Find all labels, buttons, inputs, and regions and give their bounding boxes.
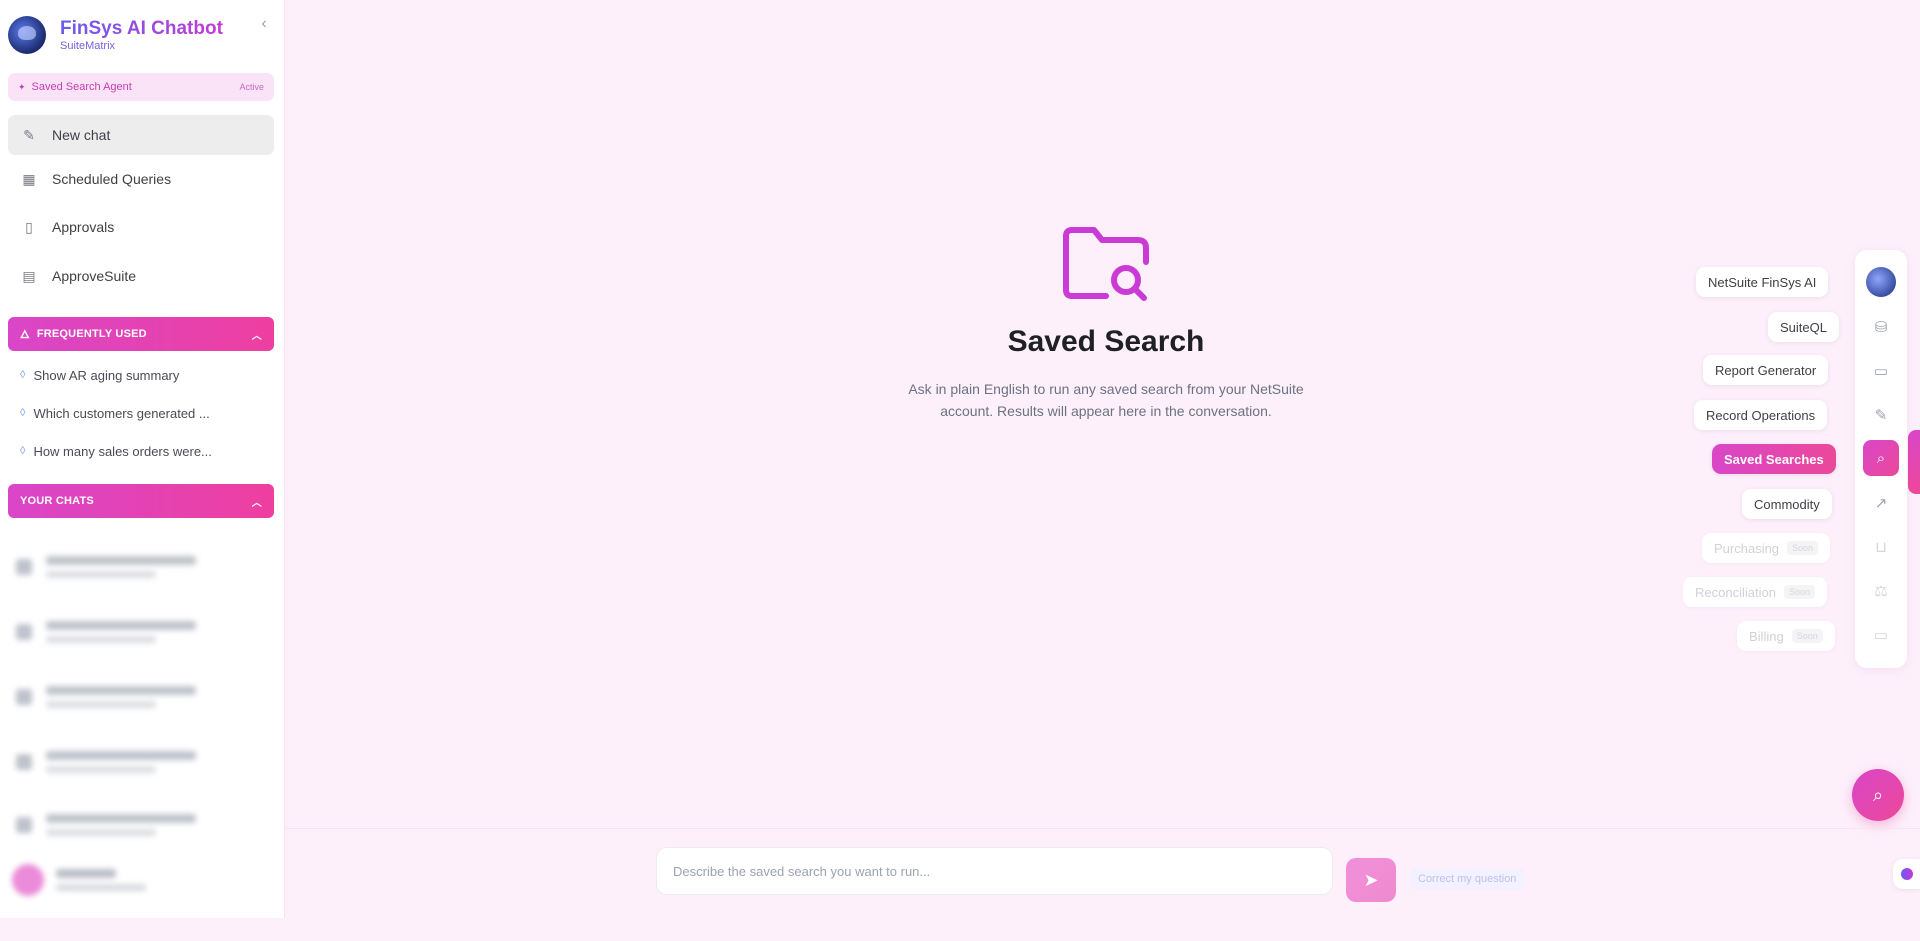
new-chat-label: New chat	[52, 127, 111, 143]
sidebar-item-label: ApproveSuite	[52, 268, 137, 284]
chevron-up-icon: ︿	[251, 497, 262, 509]
folder-search-icon: ⌕	[1872, 784, 1884, 805]
sidebar-item-scheduled-queries[interactable]: ▦ Scheduled Queries	[8, 159, 274, 199]
frequent-query-label: Show AR aging summary	[33, 367, 180, 383]
droplet-icon: ◊	[20, 407, 26, 419]
file-edit-icon[interactable]: ✎	[1866, 400, 1896, 430]
collapse-sidebar-button[interactable]: ‹	[254, 14, 274, 34]
mode-purchasing: Purchasing Soon	[1702, 533, 1831, 563]
folder-search-icon[interactable]: ⌕	[1863, 440, 1899, 476]
chat-icon	[16, 624, 32, 640]
mode-label: Reconciliation	[1695, 584, 1776, 600]
document-icon[interactable]: ▭	[1866, 356, 1896, 386]
frequent-query-item[interactable]: ◊ How many sales orders were...	[20, 440, 274, 462]
ai-avatar-icon[interactable]	[1866, 267, 1896, 297]
mode-label: Report Generator	[1715, 362, 1817, 378]
chat-history-item[interactable]	[16, 610, 266, 654]
agent-status-pill: ✦ Saved Search Agent Active	[8, 73, 274, 101]
edit-icon: ✎	[23, 126, 35, 143]
frequent-query-item[interactable]: ◊ Which customers generated ...	[20, 402, 274, 424]
message-input[interactable]	[656, 847, 1333, 895]
brand-title: FinSys AI Chatbot	[60, 18, 223, 39]
section-title: YOUR CHATS	[20, 495, 94, 507]
brand-subtitle: SuiteMatrix	[60, 40, 116, 52]
building-icon: ▤	[22, 267, 36, 284]
soon-badge: Soon	[1791, 629, 1823, 643]
sparkle-icon: ✦	[18, 81, 26, 92]
sidebar: FinSys AI Chatbot SuiteMatrix ‹ ✦ Saved …	[0, 0, 285, 918]
app-root: FinSys AI Chatbot SuiteMatrix ‹ ✦ Saved …	[0, 0, 1920, 941]
agent-status: Active	[239, 82, 264, 92]
frequent-query-label: Which customers generated ...	[33, 405, 210, 421]
mode-label: Purchasing	[1714, 540, 1780, 556]
scale-icon: ⚖	[1874, 583, 1888, 600]
main-area	[286, 0, 1920, 918]
clipboard-icon: ▯	[25, 218, 33, 235]
chat-icon	[16, 689, 32, 705]
chat-history-item[interactable]	[16, 545, 266, 589]
chat-history-item[interactable]	[16, 740, 266, 784]
mode-netsuite-finsys-ai[interactable]: NetSuite FinSys AI	[1696, 267, 1829, 297]
send-icon: ➤	[1363, 869, 1379, 890]
mode-billing: Billing Soon	[1737, 621, 1835, 651]
sidebar-item-approvesuite[interactable]: ▤ ApproveSuite	[8, 256, 274, 296]
mode-record-operations[interactable]: Record Operations	[1694, 400, 1828, 430]
chat-history-item[interactable]	[16, 675, 266, 719]
chevron-left-icon: ‹	[261, 15, 267, 32]
your-chats-header[interactable]: YOUR CHATS ︿	[8, 484, 274, 518]
cart-icon: ⊔	[1875, 539, 1887, 556]
droplet-icon: ◊	[20, 445, 26, 457]
sidebar-item-label: Approvals	[52, 219, 115, 235]
sidebar-item-label: Scheduled Queries	[52, 171, 172, 187]
page-title: Saved Search	[1007, 325, 1205, 358]
flame-icon: 🜂	[20, 329, 30, 341]
mode-label: Commodity	[1754, 496, 1820, 512]
soon-badge: Soon	[1783, 585, 1815, 599]
send-button[interactable]: ➤	[1346, 858, 1396, 902]
chevron-up-icon: ︿	[251, 330, 262, 342]
robot-avatar-icon	[8, 16, 46, 54]
chat-icon	[16, 754, 32, 770]
mode-reconciliation: Reconciliation Soon	[1683, 577, 1827, 607]
chat-icon	[16, 817, 32, 833]
mode-label: Billing	[1749, 628, 1784, 644]
mode-icon-strip: ⛁ ▭ ✎ ⌕ ↗ ⊔ ⚖ ▭	[1855, 250, 1907, 668]
sidebar-item-approvals[interactable]: ▯ Approvals	[8, 207, 274, 247]
credit-card-icon: ▭	[1873, 627, 1889, 644]
frequent-query-label: How many sales orders were...	[33, 443, 212, 459]
user-profile[interactable]	[12, 860, 272, 900]
frequent-query-item[interactable]: ◊ Show AR aging summary	[20, 364, 274, 386]
mode-report-generator[interactable]: Report Generator	[1703, 355, 1829, 385]
calendar-icon: ▦	[22, 170, 36, 187]
soon-badge: Soon	[1787, 541, 1819, 555]
new-chat-button[interactable]: ✎ New chat	[8, 115, 274, 155]
droplet-icon: ◊	[20, 369, 26, 381]
mode-label: NetSuite FinSys AI	[1708, 274, 1817, 290]
chat-history-item[interactable]	[16, 803, 266, 847]
panel-toggle-handle[interactable]	[1908, 430, 1920, 494]
section-title: FREQUENTLY USED	[36, 328, 147, 340]
mode-saved-searches[interactable]: Saved Searches	[1712, 444, 1836, 474]
mode-label: Record Operations	[1706, 407, 1816, 423]
chat-icon	[16, 559, 32, 575]
page-description: Ask in plain English to run any saved se…	[908, 381, 1304, 419]
mode-suiteql[interactable]: SuiteQL	[1768, 312, 1839, 342]
correct-question-button[interactable]: Correct my question	[1410, 868, 1525, 890]
mode-label: SuiteQL	[1780, 319, 1827, 335]
correct-label: Correct my question	[1418, 873, 1517, 885]
database-icon[interactable]: ⛁	[1866, 312, 1896, 342]
agent-label: Saved Search Agent	[31, 81, 132, 93]
trending-up-icon[interactable]: ↗	[1866, 488, 1896, 518]
mode-commodity[interactable]: Commodity	[1742, 489, 1832, 519]
brand: FinSys AI Chatbot SuiteMatrix	[8, 10, 278, 60]
avatar	[12, 864, 44, 896]
frequently-used-header[interactable]: 🜂 FREQUENTLY USED ︿	[8, 317, 274, 351]
mode-label: Saved Searches	[1724, 451, 1824, 467]
folder-search-icon	[1063, 227, 1149, 301]
brand-text: FinSys AI Chatbot SuiteMatrix	[60, 18, 223, 52]
saved-search-fab[interactable]: ⌕	[1852, 769, 1904, 821]
